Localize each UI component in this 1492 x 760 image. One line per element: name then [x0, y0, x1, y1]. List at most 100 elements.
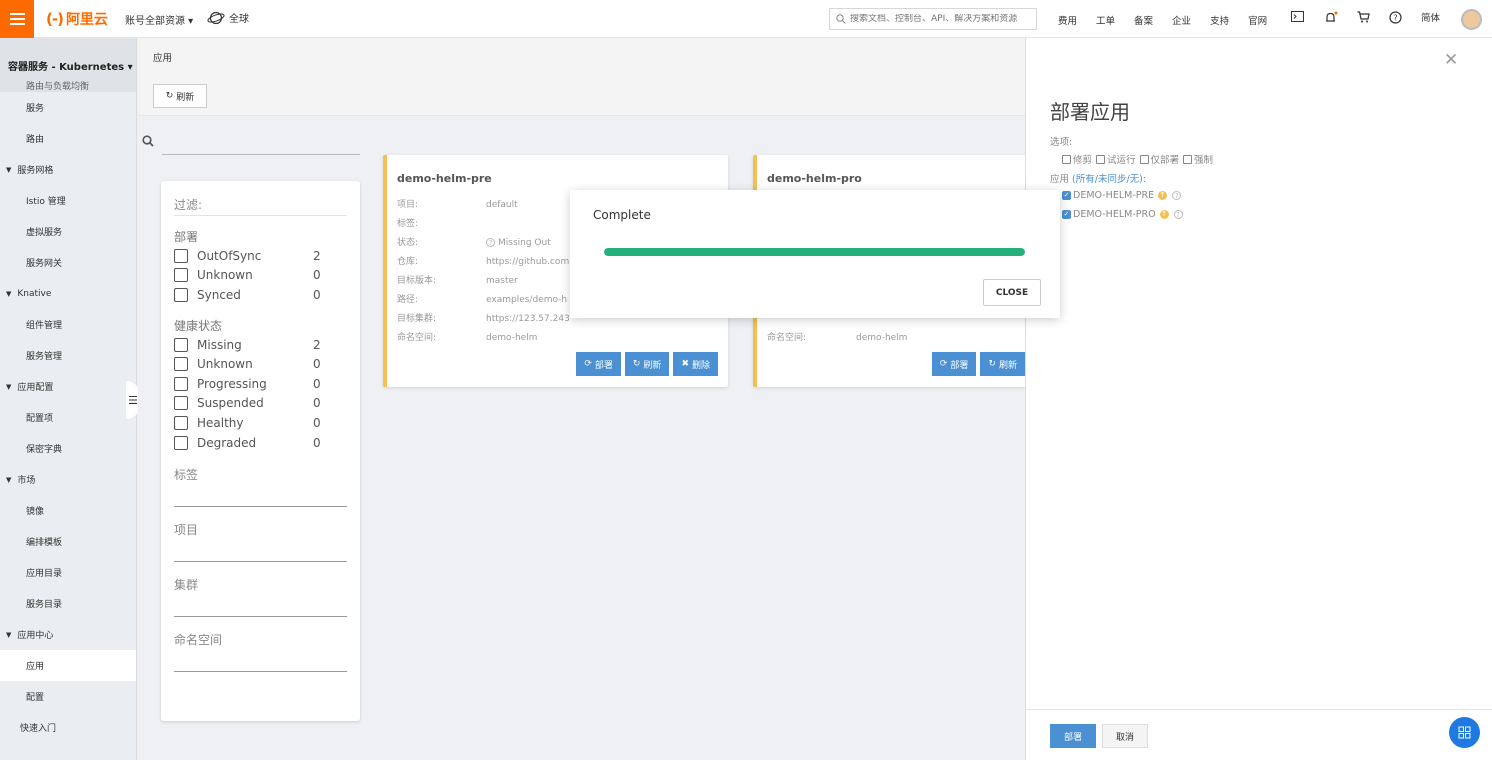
sidebar-item-label: 应用 — [26, 662, 45, 672]
option-force[interactable]: 强制 — [1183, 152, 1213, 166]
sidebar-item-8[interactable]: 服务管理 — [0, 340, 136, 371]
checkbox[interactable] — [174, 435, 188, 450]
apps-filter-links[interactable]: (所有/未同步/无): — [1072, 174, 1146, 185]
filter-option[interactable]: Missing 2 — [174, 335, 347, 355]
terminal-icon[interactable] — [1291, 11, 1304, 27]
nav-enterprise[interactable]: 企业 — [1172, 13, 1191, 27]
refresh-app-button[interactable]: ↻ 刷新 — [624, 352, 670, 376]
option-label: Progressing — [197, 376, 267, 391]
nav-tickets[interactable]: 工单 — [1096, 13, 1115, 27]
sidebar: 容器服务 - Kubernetes ▾ 路由与负载均衡 服务 路由 ▼ 服务网格 Ist… — [0, 38, 137, 760]
sidebar-item-label: 应用目录 — [26, 569, 63, 579]
checkbox[interactable] — [174, 415, 188, 430]
sidebar-item-14[interactable]: 编排模板 — [0, 526, 136, 557]
panel-footer: 部署 取消 — [1026, 709, 1492, 760]
refresh-button[interactable]: ↻ 刷新 — [153, 84, 207, 108]
option-count: 2 — [313, 248, 321, 263]
sidebar-item-5[interactable]: 服务网关 — [0, 247, 136, 278]
nav-official-site[interactable]: 官网 — [1248, 13, 1267, 27]
language-switch[interactable]: 简体 — [1421, 11, 1440, 27]
sidebar-item-17[interactable]: ▼ 应用中心 — [0, 619, 136, 650]
sidebar-item-10[interactable]: 配置项 — [0, 402, 136, 433]
sidebar-item-6[interactable]: ▼ Knative — [0, 278, 136, 309]
sidebar-item-11[interactable]: 保密字典 — [0, 433, 136, 464]
filter-option[interactable]: Degraded 0 — [174, 433, 347, 453]
namespace-filter-input[interactable] — [174, 671, 347, 673]
checkbox[interactable] — [174, 287, 188, 302]
sidebar-item-9[interactable]: ▼ 应用配置 — [0, 371, 136, 402]
checkbox[interactable] — [174, 376, 188, 391]
cart-icon[interactable] — [1357, 11, 1370, 28]
refresh-app-button[interactable]: ↻ 刷新 — [980, 352, 1025, 376]
outofsync-icon: ↑ — [1159, 210, 1169, 219]
filter-option[interactable]: Unknown 0 — [174, 266, 347, 286]
option-label: OutOfSync — [197, 248, 262, 263]
sidebar-item-13[interactable]: 镜像 — [0, 495, 136, 526]
option-label: Missing — [197, 337, 242, 352]
sidebar-item-12[interactable]: ▼ 市场 — [0, 464, 136, 495]
filter-option[interactable]: Synced 0 — [174, 285, 347, 305]
filter-option[interactable]: OutOfSync 2 — [174, 246, 347, 266]
checkbox[interactable] — [174, 248, 188, 263]
app-grid-fab[interactable] — [1449, 717, 1480, 748]
nav-support[interactable]: 支持 — [1210, 13, 1229, 27]
search-input[interactable] — [850, 14, 1030, 24]
help-icon[interactable]: ? — [1389, 11, 1402, 29]
option-apply-only[interactable]: 仅部署 — [1139, 152, 1179, 166]
filter-option[interactable]: Progressing 0 — [174, 374, 347, 394]
bell-icon[interactable] — [1324, 11, 1338, 30]
menu-icon[interactable] — [0, 0, 34, 38]
sidebar-item-7[interactable]: 组件管理 — [0, 309, 136, 340]
apps-search-input[interactable] — [162, 154, 360, 155]
sidebar-menu: 路由与负载均衡 服务路由 ▼ 服务网格 Istio 管理 虚拟服务 服务网关 ▼ Knativ… — [0, 81, 136, 743]
option-prune[interactable]: 修剪 — [1062, 152, 1092, 166]
deploy-filter-title: 部署 — [174, 230, 199, 244]
sync-button[interactable]: ⟳ 部署 — [576, 352, 621, 376]
nav-icp[interactable]: 备案 — [1134, 13, 1153, 27]
filter-option[interactable]: Unknown 0 — [174, 354, 347, 374]
svg-text:?: ? — [1393, 14, 1397, 23]
checkbox[interactable] — [174, 357, 188, 372]
sidebar-item-label: 服务 — [26, 104, 45, 114]
sidebar-item-partial[interactable]: 路由与负载均衡 — [0, 81, 136, 92]
checkbox[interactable] — [174, 268, 188, 283]
labels-filter-input[interactable] — [174, 506, 347, 508]
close-icon[interactable]: ✕ — [1444, 50, 1458, 70]
cluster-filter-input[interactable] — [174, 616, 347, 618]
sidebar-item-3[interactable]: Istio 管理 — [0, 185, 136, 216]
checkbox[interactable] — [174, 396, 188, 411]
aliyun-logo[interactable]: (-) 阿里云 — [46, 10, 108, 28]
option-dry-run[interactable]: 试运行 — [1096, 152, 1136, 166]
expand-arrow-icon: ▼ — [6, 165, 12, 174]
deploy-button[interactable]: 部署 — [1050, 724, 1096, 748]
sidebar-item-15[interactable]: 应用目录 — [0, 557, 136, 588]
account-resources-dropdown[interactable]: 账号全部资源 ▾ — [125, 12, 193, 27]
nav-fees[interactable]: 费用 — [1058, 13, 1077, 27]
sidebar-item-19[interactable]: 配置 — [0, 681, 136, 712]
sidebar-item-4[interactable]: 虚拟服务 — [0, 216, 136, 247]
checkbox[interactable] — [174, 337, 188, 352]
sidebar-item-2[interactable]: ▼ 服务网格 — [0, 154, 136, 185]
close-button[interactable]: CLOSE — [983, 279, 1041, 306]
region-selector[interactable]: 全球 — [207, 10, 249, 25]
delete-button[interactable]: ✖ 删除 — [673, 352, 718, 376]
sidebar-item-18[interactable]: 应用 — [0, 650, 136, 681]
panel-title: 部署应用 — [1050, 100, 1130, 124]
app-checkbox-pro[interactable]: ✓ DEMO-HELM-PRO ↑? — [1062, 209, 1183, 220]
project-filter-input[interactable] — [174, 561, 347, 563]
sync-button[interactable]: ⟳ 部署 — [931, 352, 977, 376]
expand-arrow-icon: ▼ — [6, 630, 12, 639]
sidebar-item-1[interactable]: 路由 — [0, 123, 136, 154]
global-search[interactable] — [829, 8, 1037, 30]
app-checkbox-pre[interactable]: ✓ DEMO-HELM-PRE ↑? — [1062, 190, 1182, 201]
filter-option[interactable]: Suspended 0 — [174, 394, 347, 414]
filter-option[interactable]: Healthy 0 — [174, 413, 347, 433]
option-label: Synced — [197, 287, 241, 302]
search-icon — [142, 135, 154, 151]
sidebar-item-20[interactable]: 快速入门 — [0, 712, 136, 743]
sidebar-item-16[interactable]: 服务目录 — [0, 588, 136, 619]
user-avatar[interactable] — [1461, 9, 1482, 30]
sidebar-item-0[interactable]: 服务 — [0, 92, 136, 123]
cancel-button[interactable]: 取消 — [1102, 724, 1148, 748]
app-name: demo-helm-pre — [397, 172, 492, 185]
